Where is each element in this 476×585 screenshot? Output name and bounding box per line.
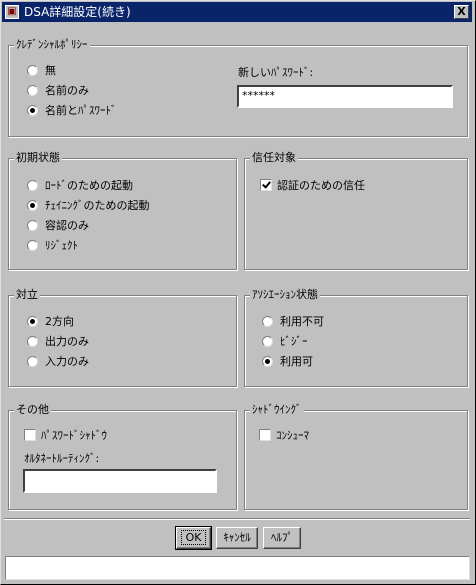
credential-option-name-only[interactable]: 名前のみ bbox=[27, 83, 89, 99]
other-label: その他 bbox=[14, 403, 51, 417]
initial-option-chaining[interactable]: ﾁｪｲﾆﾝｸﾞのための起動 bbox=[27, 198, 150, 214]
ok-button[interactable]: OK bbox=[175, 526, 212, 550]
association-option-available[interactable]: 利用可 bbox=[262, 354, 313, 370]
credential-policy-label: ｸﾚﾃﾞﾝｼｬﾙﾎﾟﾘｼｰ bbox=[14, 38, 90, 52]
radio-reject[interactable] bbox=[27, 239, 38, 251]
title-bar[interactable]: ▣ DSA詳細設定(続き) X bbox=[2, 2, 472, 22]
direction-option-two-way[interactable]: 2方向 bbox=[27, 314, 74, 330]
shadowing-label: ｼｬﾄﾞｳｲﾝｸﾞ bbox=[250, 403, 304, 417]
cancel-button[interactable]: ｷｬﾝｾﾙ bbox=[216, 527, 258, 549]
radio-accept-only[interactable] bbox=[27, 219, 38, 231]
window-title: DSA詳細設定(続き) bbox=[24, 5, 131, 19]
auth-trust-checkbox[interactable] bbox=[260, 179, 272, 191]
auth-trust-option[interactable]: 認証のための信任 bbox=[260, 178, 365, 194]
credential-option-none[interactable]: 無 bbox=[27, 63, 56, 79]
trust-target-group: 信任対象 bbox=[244, 151, 468, 270]
radio-available[interactable] bbox=[262, 355, 273, 367]
new-password-field[interactable]: ****** bbox=[237, 85, 453, 108]
association-option-busy[interactable]: ﾋﾞｼﾞｰ bbox=[262, 334, 308, 350]
radio-unavailable[interactable] bbox=[262, 315, 273, 327]
direction-option-output-only[interactable]: 出力のみ bbox=[27, 334, 89, 350]
initial-option-accept-only[interactable]: 容認のみ bbox=[27, 218, 89, 234]
radio-input-only[interactable] bbox=[27, 355, 38, 367]
radio-load[interactable] bbox=[27, 179, 38, 191]
trust-target-label: 信任対象 bbox=[250, 151, 298, 165]
password-shadow-option[interactable]: ﾊﾟｽﾜｰﾄﾞｼｬﾄﾞｳ bbox=[24, 428, 107, 444]
separator bbox=[4, 518, 470, 520]
initial-option-reject[interactable]: ﾘｼﾞｪｸﾄ bbox=[27, 238, 78, 254]
alt-routing-field[interactable] bbox=[23, 469, 217, 493]
radio-name-password[interactable] bbox=[27, 104, 38, 116]
association-option-unavailable[interactable]: 利用不可 bbox=[262, 314, 324, 330]
direction-option-input-only[interactable]: 入力のみ bbox=[27, 354, 89, 370]
radio-two-way[interactable] bbox=[27, 315, 38, 327]
password-shadow-checkbox[interactable] bbox=[24, 429, 36, 441]
radio-name-only[interactable] bbox=[27, 84, 38, 96]
consumer-option[interactable]: ｺﾝｼｭｰﾏ bbox=[259, 428, 309, 444]
alt-routing-label: ｵﾙﾀﾈｰﾄﾙｰﾃｨﾝｸﾞ: bbox=[24, 452, 100, 465]
help-button[interactable]: ﾍﾙﾌﾟ bbox=[263, 527, 301, 549]
radio-none[interactable] bbox=[27, 64, 38, 76]
credential-option-name-password[interactable]: 名前とﾊﾟｽﾜｰﾄﾞ bbox=[27, 103, 117, 119]
radio-busy[interactable] bbox=[262, 335, 273, 347]
shadowing-group: ｼｬﾄﾞｳｲﾝｸﾞ bbox=[244, 403, 468, 510]
close-button[interactable]: X bbox=[454, 5, 469, 19]
initial-option-load[interactable]: ﾛｰﾄﾞのための起動 bbox=[27, 178, 133, 194]
app-icon: ▣ bbox=[5, 5, 19, 19]
direction-label: 対立 bbox=[14, 288, 40, 302]
status-bar bbox=[5, 556, 470, 580]
association-state-label: ｱｿｼｴｰｼｮﾝ状態 bbox=[250, 288, 320, 302]
radio-output-only[interactable] bbox=[27, 335, 38, 347]
radio-chaining[interactable] bbox=[27, 199, 38, 211]
consumer-checkbox[interactable] bbox=[259, 429, 271, 441]
new-password-label: 新しいﾊﾟｽﾜｰﾄﾞ: bbox=[238, 66, 314, 79]
initial-state-label: 初期状態 bbox=[14, 151, 62, 165]
